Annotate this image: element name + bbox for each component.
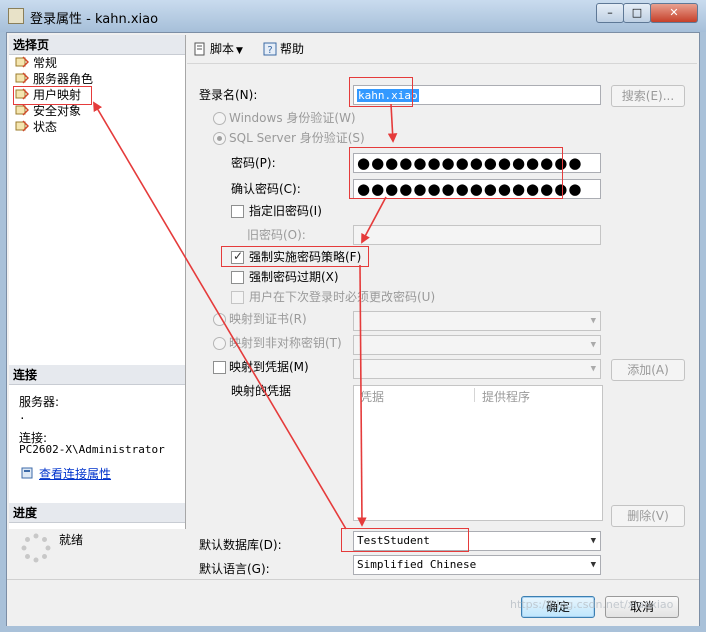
arrow-policy-to-default-db <box>357 264 367 527</box>
arrow-login-to-password <box>387 103 398 143</box>
arrow-password-to-policy <box>361 196 387 244</box>
watermark: https://blog.csdn.net/xiaoxiao <box>510 598 674 611</box>
annotation-arrows <box>93 101 398 530</box>
login-properties-window: 登录属性 - kahn.xiao – □ ✕ 选择页 常规 服务器角色 用户映射… <box>0 0 706 632</box>
arrow-default-db-to-user-mapping <box>93 101 347 530</box>
